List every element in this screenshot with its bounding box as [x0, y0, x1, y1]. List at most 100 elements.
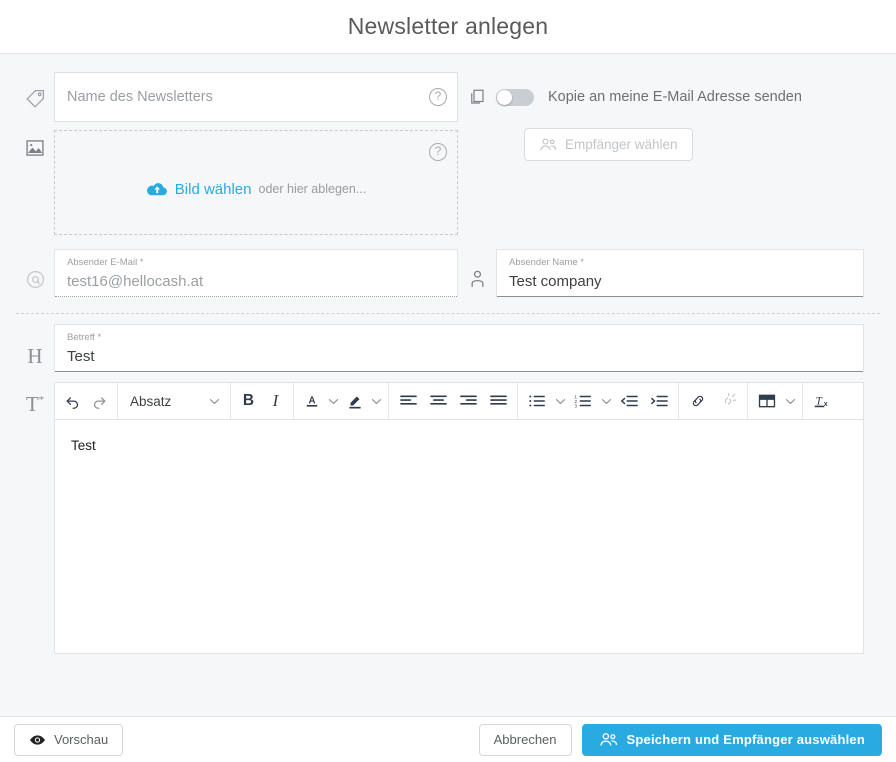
people-icon — [599, 732, 619, 747]
align-right-icon[interactable] — [453, 383, 483, 419]
sender-email-value: test16@hellocash.at — [67, 273, 204, 290]
align-left-icon[interactable] — [393, 383, 423, 419]
chevron-down-icon[interactable] — [598, 383, 614, 419]
newsletter-name-row: Name des Newsletters ? — [16, 72, 458, 122]
numbered-list-icon[interactable]: 1 2 3 — [568, 383, 598, 419]
choose-image-link[interactable]: Bild wählen — [175, 181, 252, 198]
sender-email-field[interactable]: Absender E-Mail * test16@hellocash.at — [54, 249, 458, 297]
unlink-icon[interactable] — [713, 383, 743, 419]
toolbar-group-history — [55, 383, 118, 419]
subject-value: Test — [67, 348, 95, 365]
toolbar-group-link — [679, 383, 748, 419]
text-color-icon[interactable]: A — [298, 383, 325, 419]
heading-glyph: H — [27, 344, 43, 368]
toolbar-group-style: Absatz — [118, 383, 231, 419]
copy-to-self-toggle[interactable] — [496, 88, 534, 106]
text-glyph: T — [25, 392, 39, 416]
align-justify-icon[interactable] — [483, 383, 513, 419]
section-divider — [16, 313, 880, 314]
chevron-down-icon — [209, 398, 220, 405]
chevron-down-icon[interactable] — [552, 383, 568, 419]
toggle-knob — [497, 89, 512, 105]
newsletter-name-input[interactable]: Name des Newsletters ? — [54, 72, 458, 122]
eye-icon — [29, 734, 46, 746]
copy-to-self-label: Kopie an meine E-Mail Adresse senden — [548, 89, 802, 105]
required-asterisk: * — [38, 394, 45, 406]
newsletter-name-placeholder: Name des Newsletters — [67, 89, 213, 105]
subject-field[interactable]: Betreff * Test — [54, 324, 864, 372]
toolbar-group-color: A — [294, 383, 389, 419]
cloud-upload-icon — [146, 181, 168, 197]
sender-email-label: Absender E-Mail * — [67, 257, 144, 268]
image-help-icon[interactable]: ? — [429, 143, 447, 161]
people-icon — [539, 137, 558, 152]
tag-icon — [16, 72, 54, 122]
chevron-down-icon[interactable] — [368, 383, 384, 419]
image-dropzone[interactable]: ? Bild wählen oder hier ablegen... — [54, 130, 458, 235]
image-dropzone-row: ? Bild wählen oder hier ablegen... — [16, 122, 458, 235]
dropzone-hint: oder hier ablegen... — [258, 182, 367, 196]
cancel-label: Abbrechen — [493, 732, 557, 747]
at-icon — [16, 249, 54, 297]
choose-recipients-label: Empfänger wählen — [565, 137, 678, 152]
align-center-icon[interactable] — [423, 383, 453, 419]
top-section: Name des Newsletters ? ? Bild wählen ode… — [16, 72, 880, 235]
copy-option-row: Kopie an meine E-Mail Adresse senden — [458, 72, 880, 106]
left-column: Name des Newsletters ? ? Bild wählen ode… — [16, 72, 458, 235]
table-icon[interactable] — [752, 383, 782, 419]
indent-icon[interactable] — [644, 383, 674, 419]
sender-name-value: Test company — [509, 273, 602, 290]
bold-button[interactable]: B — [235, 383, 262, 419]
chevron-down-icon[interactable] — [325, 383, 341, 419]
choose-recipients-button[interactable]: Empfänger wählen — [524, 128, 693, 161]
cancel-button[interactable]: Abbrechen — [478, 723, 572, 756]
redo-icon[interactable] — [86, 383, 113, 419]
save-and-select-recipients-label: Speichern und Empfänger auswählen — [626, 732, 865, 747]
person-icon — [458, 249, 496, 297]
field-underline — [55, 296, 457, 297]
editor-row: T* Absatz B I A 1 2 3 T x Test — [16, 382, 880, 654]
clear-format-icon[interactable]: T x — [807, 383, 837, 419]
italic-button[interactable]: I — [262, 383, 289, 419]
toolbar-group-lists: 1 2 3 — [518, 383, 679, 419]
highlight-pen-icon[interactable] — [341, 383, 368, 419]
svg-text:3: 3 — [575, 403, 578, 408]
toolbar-group-table — [748, 383, 803, 419]
field-underline — [497, 296, 863, 297]
paragraph-style-value: Absatz — [130, 393, 172, 409]
editor-toolbar: Absatz B I A 1 2 3 T x — [54, 382, 864, 420]
undo-icon[interactable] — [59, 383, 86, 419]
page-title: Newsletter anlegen — [347, 13, 549, 39]
save-and-select-recipients-button[interactable]: Speichern und Empfänger auswählen — [581, 723, 882, 756]
preview-label: Vorschau — [54, 732, 109, 747]
svg-text:T: T — [815, 395, 822, 407]
dialog-header: Newsletter anlegen — [0, 0, 896, 54]
paragraph-style-select[interactable]: Absatz — [122, 383, 226, 419]
outdent-icon[interactable] — [614, 383, 644, 419]
copy-icon — [458, 72, 496, 106]
right-column: Kopie an meine E-Mail Adresse senden Emp… — [458, 72, 880, 235]
field-underline — [55, 371, 863, 372]
dropzone-inner: Bild wählen oder hier ablegen... — [55, 181, 457, 198]
text-required-icon: T* — [16, 382, 54, 654]
subject-row: H Betreff * Test — [16, 324, 880, 372]
link-icon[interactable] — [683, 383, 713, 419]
sender-name-label: Absender Name * — [509, 257, 584, 268]
preview-button[interactable]: Vorschau — [14, 723, 124, 756]
svg-text:A: A — [308, 395, 315, 406]
form-content: Name des Newsletters ? ? Bild wählen ode… — [0, 54, 896, 654]
chevron-down-icon[interactable] — [782, 383, 798, 419]
dialog-footer: Vorschau Abbrechen Speichern und Empfäng… — [0, 716, 896, 762]
bullet-list-icon[interactable] — [522, 383, 552, 419]
heading-icon: H — [16, 324, 54, 372]
toolbar-group-clear: T x — [803, 383, 841, 419]
sender-row: Absender E-Mail * test16@hellocash.at Ab… — [16, 249, 880, 297]
toolbar-group-emphasis: B I — [231, 383, 294, 419]
svg-text:x: x — [823, 401, 827, 408]
toolbar-group-align — [389, 383, 518, 419]
subject-label: Betreff * — [67, 332, 102, 343]
image-icon — [16, 122, 54, 235]
sender-name-field[interactable]: Absender Name * Test company — [496, 249, 864, 297]
editor-content[interactable]: Test — [54, 420, 864, 654]
newsletter-name-help-icon[interactable]: ? — [429, 88, 447, 106]
